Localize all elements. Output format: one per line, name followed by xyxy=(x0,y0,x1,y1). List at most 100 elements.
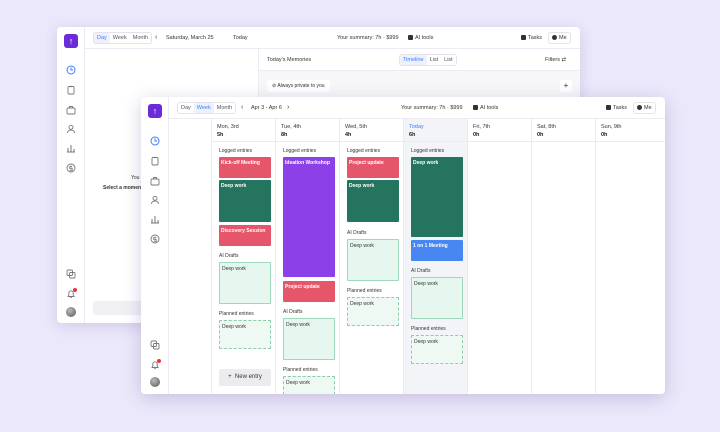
people-icon[interactable] xyxy=(66,124,76,134)
ai-icon xyxy=(473,104,478,110)
select-moment-text: Select a momen xyxy=(103,185,142,191)
date-range: Apr 3 - Apr 6 xyxy=(251,105,282,111)
filters-button[interactable]: Filters ⇄ xyxy=(545,49,566,71)
current-date: Saturday, March 25 xyxy=(166,35,214,41)
summary-text: Your summary: 7h · $999 xyxy=(401,105,463,111)
entry-ideation-workshop[interactable]: Ideation Workshop xyxy=(283,157,335,277)
ai-drafts-label: AI Drafts xyxy=(411,268,431,274)
view-switcher: Day Week Month xyxy=(93,32,153,44)
ai-drafts-label: AI Drafts xyxy=(283,309,303,315)
clock-icon[interactable] xyxy=(150,136,160,146)
prev-arrow-icon[interactable]: ‹ xyxy=(155,27,157,49)
list-tab[interactable]: List xyxy=(427,55,442,65)
logo-icon: ↑ xyxy=(68,36,74,46)
draft-deep-work[interactable]: Deep work xyxy=(283,318,335,360)
ai-tools-button[interactable]: AI tools xyxy=(405,32,436,44)
day-name: Today xyxy=(409,124,424,130)
clipboard-icon[interactable] xyxy=(150,156,160,166)
entry-project-update[interactable]: Project update xyxy=(283,281,335,302)
next-arrow-icon[interactable]: › xyxy=(287,97,289,119)
view-day-button[interactable]: Day xyxy=(178,103,194,113)
copy-icon[interactable] xyxy=(66,269,76,279)
day-name: Fri, 7th xyxy=(473,124,491,130)
view-week-button[interactable]: Week xyxy=(193,103,214,113)
copy-icon[interactable] xyxy=(150,340,160,350)
day-column-sun[interactable]: Sun, 9th 0h xyxy=(596,119,665,394)
dollar-icon[interactable] xyxy=(150,234,160,244)
entry-one-on-one-meeting[interactable]: 1 on 1 Meeting xyxy=(411,240,463,261)
app-logo[interactable]: ↑ xyxy=(148,104,162,118)
draft-deep-work[interactable]: Deep work xyxy=(411,277,463,319)
today-button[interactable]: Today xyxy=(233,27,248,49)
entry-discovery-session[interactable]: Discovery Session xyxy=(219,225,271,246)
new-entry-label: New entry xyxy=(234,374,262,380)
day-column-sat[interactable]: Sat, 8th 0h xyxy=(532,119,596,394)
day-column-fri[interactable]: Fri, 7th 0h xyxy=(468,119,532,394)
people-icon[interactable] xyxy=(150,195,160,205)
day-header: Tue, 4th 8h xyxy=(276,119,339,142)
summary-text: Your summary: 7h · $999 xyxy=(337,35,399,41)
app-logo[interactable]: ↑ xyxy=(64,34,78,48)
ai-tools-button[interactable]: AI tools xyxy=(470,102,501,114)
entry-project-update[interactable]: Project update xyxy=(347,157,399,178)
planned-deep-work[interactable]: Deep work xyxy=(283,376,335,394)
briefcase-icon[interactable] xyxy=(150,176,160,186)
add-memory-button[interactable]: + xyxy=(560,80,572,92)
logged-entries-label: Logged entries xyxy=(283,148,317,154)
empty-state-text: You xyxy=(131,175,140,181)
timeline-tab[interactable]: Timeline xyxy=(400,55,427,65)
draft-deep-work[interactable]: Deep work xyxy=(219,262,271,304)
sidebar: ↑ xyxy=(57,27,85,323)
planned-entries-label: Planned entries xyxy=(283,367,318,373)
ai-icon xyxy=(408,34,413,40)
avatar[interactable] xyxy=(66,307,76,317)
draft-deep-work[interactable]: Deep work xyxy=(347,239,399,281)
me-button[interactable]: Me xyxy=(633,102,656,114)
reports-icon[interactable] xyxy=(66,143,76,153)
me-button[interactable]: Me xyxy=(548,32,571,44)
dollar-icon[interactable] xyxy=(66,163,76,173)
entry-deep-work[interactable]: Deep work xyxy=(219,180,271,222)
view-week-button[interactable]: Week xyxy=(110,33,130,43)
me-label: Me xyxy=(559,35,567,41)
reports-icon[interactable] xyxy=(150,214,160,224)
day-column-tue[interactable]: Tue, 4th 8h Logged entries Ideation Work… xyxy=(276,119,340,394)
list-tab-2[interactable]: List xyxy=(441,55,456,65)
planned-entries-label: Planned entries xyxy=(219,311,254,317)
bell-icon[interactable] xyxy=(66,288,77,299)
tasks-button[interactable]: Tasks xyxy=(518,32,545,44)
notification-dot xyxy=(73,288,77,292)
briefcase-icon[interactable] xyxy=(66,105,76,115)
day-column-wed[interactable]: Wed, 5th 4h Logged entries Project updat… xyxy=(340,119,404,394)
day-name: Tue, 4th xyxy=(281,124,301,130)
ai-drafts-label: AI Drafts xyxy=(219,253,239,259)
tasks-button[interactable]: Tasks xyxy=(603,102,630,114)
bell-icon[interactable] xyxy=(150,359,161,370)
prev-arrow-icon[interactable]: ‹ xyxy=(241,97,243,119)
entry-deep-work[interactable]: Deep work xyxy=(411,157,463,237)
day-header: Mon, 3rd 5h xyxy=(212,119,275,142)
day-name: Mon, 3rd xyxy=(217,124,239,130)
clipboard-icon[interactable] xyxy=(66,85,76,95)
plus-icon: + xyxy=(228,374,232,380)
planned-deep-work[interactable]: Deep work xyxy=(347,297,399,326)
day-column-today[interactable]: Today 6h Logged entries Deep work 1 on 1… xyxy=(404,119,468,394)
ai-tools-label: AI tools xyxy=(415,35,434,41)
entry-deep-work[interactable]: Deep work xyxy=(347,180,399,222)
planned-deep-work[interactable]: Deep work xyxy=(219,320,271,349)
user-icon xyxy=(552,34,557,40)
view-month-button[interactable]: Month xyxy=(130,33,151,43)
notification-dot xyxy=(157,359,161,363)
avatar[interactable] xyxy=(150,377,160,387)
view-month-button[interactable]: Month xyxy=(214,103,235,113)
day-hours: 5h xyxy=(217,132,224,138)
new-entry-button[interactable]: + New entry xyxy=(219,369,271,386)
entry-kickoff-meeting[interactable]: Kick-off Meeting xyxy=(219,157,271,178)
logged-entries-label: Logged entries xyxy=(219,148,253,154)
view-day-button[interactable]: Day xyxy=(94,33,110,43)
clock-icon[interactable] xyxy=(66,65,76,75)
day-hours: 6h xyxy=(409,132,416,138)
day-column-mon[interactable]: Mon, 3rd 5h Logged entries Kick-off Meet… xyxy=(212,119,276,394)
ai-tools-label: AI tools xyxy=(480,105,499,111)
planned-deep-work[interactable]: Deep work xyxy=(411,335,463,364)
